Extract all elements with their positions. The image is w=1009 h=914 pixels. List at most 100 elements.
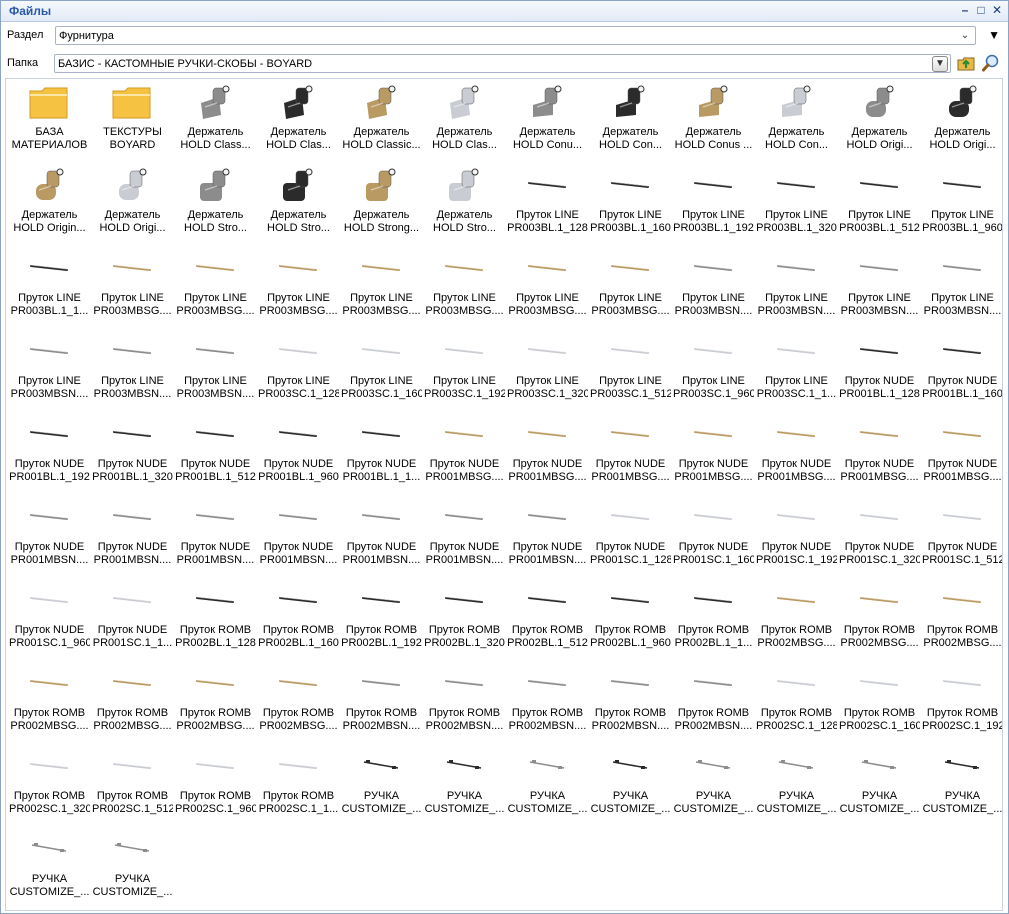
file-item[interactable]: Пруток ROMB PR002SC.1_320 (8, 745, 91, 828)
file-item[interactable]: Пруток LINE PR003MBSG.... (91, 247, 174, 330)
file-item[interactable]: Пруток ROMB PR002BL.1_512 (506, 579, 589, 662)
file-item[interactable]: Пруток NUDE PR001MBSG.... (755, 413, 838, 496)
file-item[interactable]: Пруток LINE PR003BL.1_160 (589, 164, 672, 247)
file-item[interactable]: Держатель HOLD Con... (589, 81, 672, 164)
file-item[interactable]: Пруток ROMB PR002BL.1_160 (257, 579, 340, 662)
file-grid-panel[interactable]: БАЗА МАТЕРИАЛОВ ТЕКСТУРЫ BOYARD Держатель HOL… (5, 78, 1003, 911)
file-item[interactable]: Пруток LINE PR003SC.1_320 (506, 330, 589, 413)
file-item[interactable]: Пруток NUDE PR001MBSG.... (672, 413, 755, 496)
file-item[interactable]: Пруток LINE PR003MBSG.... (589, 247, 672, 330)
file-item[interactable]: Пруток LINE PR003SC.1_128 (257, 330, 340, 413)
file-item[interactable]: Пруток NUDE PR001MBSN.... (257, 496, 340, 579)
file-item[interactable]: Пруток NUDE PR001MBSN.... (91, 496, 174, 579)
file-item[interactable]: Держатель HOLD Origin... (8, 164, 91, 247)
file-item[interactable]: Пруток NUDE PR001SC.1_1... (91, 579, 174, 662)
file-item[interactable]: Пруток ROMB PR002BL.1_128 (174, 579, 257, 662)
file-item[interactable]: Пруток ROMB PR002MBSN.... (672, 662, 755, 745)
file-item[interactable]: РУЧКА CUSTOMIZE_... (506, 745, 589, 828)
file-item[interactable]: Пруток LINE PR003BL.1_320 (755, 164, 838, 247)
file-item[interactable]: Пруток LINE PR003BL.1_960 (921, 164, 1002, 247)
file-item[interactable]: Пруток LINE PR003SC.1_1... (755, 330, 838, 413)
file-item[interactable]: Пруток LINE PR003BL.1_512 (838, 164, 921, 247)
close-icon[interactable]: ✕ (990, 2, 1004, 18)
file-item[interactable]: Пруток ROMB PR002SC.1_160 (838, 662, 921, 745)
file-item[interactable]: Держатель HOLD Conus ... (672, 81, 755, 164)
file-item[interactable]: Пруток NUDE PR001SC.1_320 (838, 496, 921, 579)
file-item[interactable]: Пруток LINE PR003MBSG.... (174, 247, 257, 330)
file-item[interactable]: Держатель HOLD Con... (755, 81, 838, 164)
file-item[interactable]: Пруток ROMB PR002MBSG.... (921, 579, 1002, 662)
folder-combo[interactable]: БАЗИС - КАСТОМНЫЕ РУЧКИ-СКОБЫ - BOYARD ▼ (54, 54, 951, 73)
file-item[interactable]: Пруток LINE PR003MBSG.... (506, 247, 589, 330)
file-item[interactable]: Пруток NUDE PR001MBSN.... (174, 496, 257, 579)
file-item[interactable]: Пруток NUDE PR001SC.1_128 (589, 496, 672, 579)
file-item[interactable]: Пруток ROMB PR002MBSG.... (8, 662, 91, 745)
file-item[interactable]: Держатель HOLD Stro... (423, 164, 506, 247)
file-item[interactable]: РУЧКА CUSTOMIZE_... (672, 745, 755, 828)
file-item[interactable]: Пруток NUDE PR001BL.1_320 (91, 413, 174, 496)
file-item[interactable]: Пруток LINE PR003SC.1_160 (340, 330, 423, 413)
file-item[interactable]: Пруток NUDE PR001SC.1_160 (672, 496, 755, 579)
file-item[interactable]: Пруток ROMB PR002BL.1_320 (423, 579, 506, 662)
file-item[interactable]: Держатель HOLD Conu... (506, 81, 589, 164)
file-item[interactable]: Пруток NUDE PR001BL.1_512 (174, 413, 257, 496)
file-item[interactable]: РУЧКА CUSTOMIZE_... (589, 745, 672, 828)
file-item[interactable]: Пруток NUDE PR001MBSN.... (423, 496, 506, 579)
file-item[interactable]: Пруток ROMB PR002MBSG.... (174, 662, 257, 745)
file-item[interactable]: Пруток LINE PR003BL.1_192 (672, 164, 755, 247)
file-item[interactable]: Держатель HOLD Clas... (257, 81, 340, 164)
file-item[interactable]: Пруток LINE PR003SC.1_192 (423, 330, 506, 413)
file-item[interactable]: Пруток ROMB PR002MBSG.... (257, 662, 340, 745)
restore-icon[interactable]: □ (974, 2, 988, 18)
file-item[interactable]: Держатель HOLD Origi... (91, 164, 174, 247)
file-item[interactable]: Пруток NUDE PR001BL.1_192 (8, 413, 91, 496)
file-item[interactable]: Пруток LINE PR003MBSG.... (257, 247, 340, 330)
file-item[interactable]: Пруток LINE PR003BL.1_1... (8, 247, 91, 330)
file-item[interactable]: Держатель HOLD Class... (174, 81, 257, 164)
file-item[interactable]: Пруток NUDE PR001SC.1_512 (921, 496, 1002, 579)
file-item[interactable]: Пруток NUDE PR001BL.1_128 (838, 330, 921, 413)
file-item[interactable]: ТЕКСТУРЫ BOYARD (91, 81, 174, 164)
file-item[interactable]: Пруток ROMB PR002BL.1_192 (340, 579, 423, 662)
file-item[interactable]: Пруток LINE PR003SC.1_960 (672, 330, 755, 413)
file-item[interactable]: Пруток LINE PR003MBSG.... (340, 247, 423, 330)
file-item[interactable]: РУЧКА CUSTOMIZE_... (423, 745, 506, 828)
search-button[interactable] (981, 53, 1001, 73)
file-item[interactable]: Пруток ROMB PR002MBSG.... (755, 579, 838, 662)
file-item[interactable]: Пруток ROMB PR002SC.1_512 (91, 745, 174, 828)
file-item[interactable]: Пруток ROMB PR002BL.1_1... (672, 579, 755, 662)
file-item[interactable]: Пруток NUDE PR001MBSG.... (838, 413, 921, 496)
file-item[interactable]: Пруток ROMB PR002MBSG.... (838, 579, 921, 662)
file-item[interactable]: БАЗА МАТЕРИАЛОВ (8, 81, 91, 164)
file-item[interactable]: Пруток NUDE PR001BL.1_1... (340, 413, 423, 496)
file-item[interactable]: Держатель HOLD Classic... (340, 81, 423, 164)
file-item[interactable]: Пруток NUDE PR001SC.1_192 (755, 496, 838, 579)
file-item[interactable]: Пруток ROMB PR002MBSG.... (91, 662, 174, 745)
file-item[interactable]: Пруток LINE PR003MBSN.... (755, 247, 838, 330)
file-item[interactable]: Пруток LINE PR003BL.1_128 (506, 164, 589, 247)
file-item[interactable]: Пруток NUDE PR001MBSG.... (423, 413, 506, 496)
section-menu-triangle-icon[interactable]: ▼ (988, 28, 1000, 42)
file-item[interactable]: РУЧКА CUSTOMIZE_... (838, 745, 921, 828)
file-item[interactable]: Пруток NUDE PR001MBSG.... (506, 413, 589, 496)
file-item[interactable]: Пруток NUDE PR001MBSN.... (8, 496, 91, 579)
file-item[interactable]: Пруток NUDE PR001SC.1_960 (8, 579, 91, 662)
file-item[interactable]: РУЧКА CUSTOMIZE_... (91, 828, 174, 910)
file-item[interactable]: Пруток LINE PR003SC.1_512 (589, 330, 672, 413)
file-item[interactable]: Держатель HOLD Stro... (174, 164, 257, 247)
file-item[interactable]: Держатель HOLD Origi... (838, 81, 921, 164)
dropdown-arrow-icon[interactable]: ▼ (932, 56, 948, 72)
file-item[interactable]: Пруток ROMB PR002SC.1_1... (257, 745, 340, 828)
file-item[interactable]: Пруток LINE PR003MBSG.... (423, 247, 506, 330)
file-item[interactable]: Пруток LINE PR003MBSN.... (838, 247, 921, 330)
file-item[interactable]: Пруток ROMB PR002MBSN.... (340, 662, 423, 745)
file-item[interactable]: Пруток ROMB PR002SC.1_128 (755, 662, 838, 745)
file-item[interactable]: Держатель HOLD Strong... (340, 164, 423, 247)
file-item[interactable]: РУЧКА CUSTOMIZE_... (340, 745, 423, 828)
file-item[interactable]: РУЧКА CUSTOMIZE_... (921, 745, 1002, 828)
file-item[interactable]: Пруток ROMB PR002MBSN.... (423, 662, 506, 745)
file-item[interactable]: Пруток NUDE PR001BL.1_160 (921, 330, 1002, 413)
minimize-icon[interactable]: – (958, 2, 972, 18)
file-item[interactable]: Держатель HOLD Clas... (423, 81, 506, 164)
file-item[interactable]: Пруток LINE PR003MBSN.... (672, 247, 755, 330)
